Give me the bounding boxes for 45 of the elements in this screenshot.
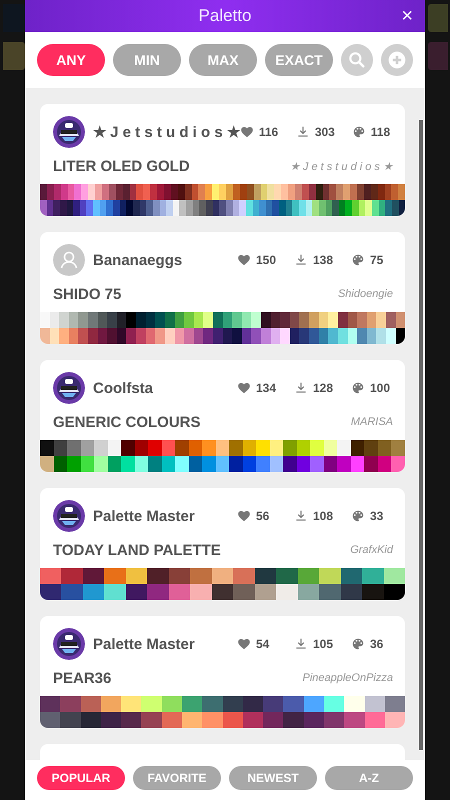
likes-count: 56 (256, 509, 270, 523)
likes-count: 134 (256, 381, 276, 395)
palette-title: GENERIC COLOURS (53, 414, 201, 430)
filter-tab[interactable]: MAX (189, 44, 257, 76)
author-name: Palette Master (93, 508, 196, 524)
palette-title: LITER OLED GOLD (53, 158, 190, 174)
author-name: Bananaeggs (93, 252, 184, 268)
palette-credit: Shidoengie (338, 288, 393, 300)
colors-count: 75 (370, 253, 384, 267)
downloads-count: 105 (313, 637, 334, 651)
palette-title: PEAR36 (53, 670, 112, 686)
colors-count: 100 (370, 381, 390, 395)
palette-credit: MARISA (350, 416, 393, 428)
window-title: Paletto (198, 6, 252, 26)
author-name: Coolfsta (93, 380, 154, 396)
palette-credit: PineappleOnPizza (302, 672, 393, 684)
close-button[interactable]: × (397, 4, 417, 28)
sort-tab[interactable]: NEWEST (229, 766, 317, 790)
colors-count: 36 (370, 637, 384, 651)
palette-card[interactable]: ★ J e t s t u d i o s ★ 116 303 118 LITER OLED GOLD ★ J e t s t u d i o s ★ (40, 104, 405, 216)
palette-credit: GrafxKid (350, 544, 393, 556)
sort-tab[interactable]: POPULAR (37, 766, 125, 790)
palette-credit: ★ J e t s t u d i o s ★ (290, 160, 393, 172)
filter-tab[interactable]: EXACT (265, 44, 333, 76)
likes-count: 150 (256, 253, 276, 267)
colors-count: 33 (370, 509, 384, 523)
downloads-count: 108 (313, 509, 334, 523)
likes-count: 116 (258, 125, 278, 139)
downloads-count: 138 (313, 253, 334, 267)
author-name: ★ J e t s t u d i o s ★ (93, 123, 240, 141)
palette-card[interactable]: Bananaeggs 150 138 75 SHIDO 75 Shidoengie (40, 232, 405, 344)
palette-card[interactable]: Palette Master 56 108 33 TODAY LAND PALETTE GrafxKid (40, 488, 405, 600)
sort-tab[interactable]: FAVORITE (133, 766, 221, 790)
palette-card[interactable]: Coolfsta 134 128 100 GENERIC COLOURS MARISA (40, 360, 405, 472)
palette-title: TODAY LAND PALETTE (53, 542, 221, 558)
sort-tab[interactable]: A-Z (325, 766, 413, 790)
filter-tab[interactable]: MIN (113, 44, 181, 76)
filter-tab[interactable]: ANY (37, 44, 105, 76)
likes-count: 54 (256, 637, 270, 651)
colors-count: 118 (370, 125, 390, 139)
downloads-count: 128 (313, 381, 334, 395)
palette-card[interactable]: Palette Master 54 105 36 PEAR36 PineappleOnPizza (40, 616, 405, 728)
author-name: Palette Master (93, 636, 196, 652)
palette-title: SHIDO 75 (53, 286, 122, 302)
downloads-count: 303 (314, 125, 335, 139)
